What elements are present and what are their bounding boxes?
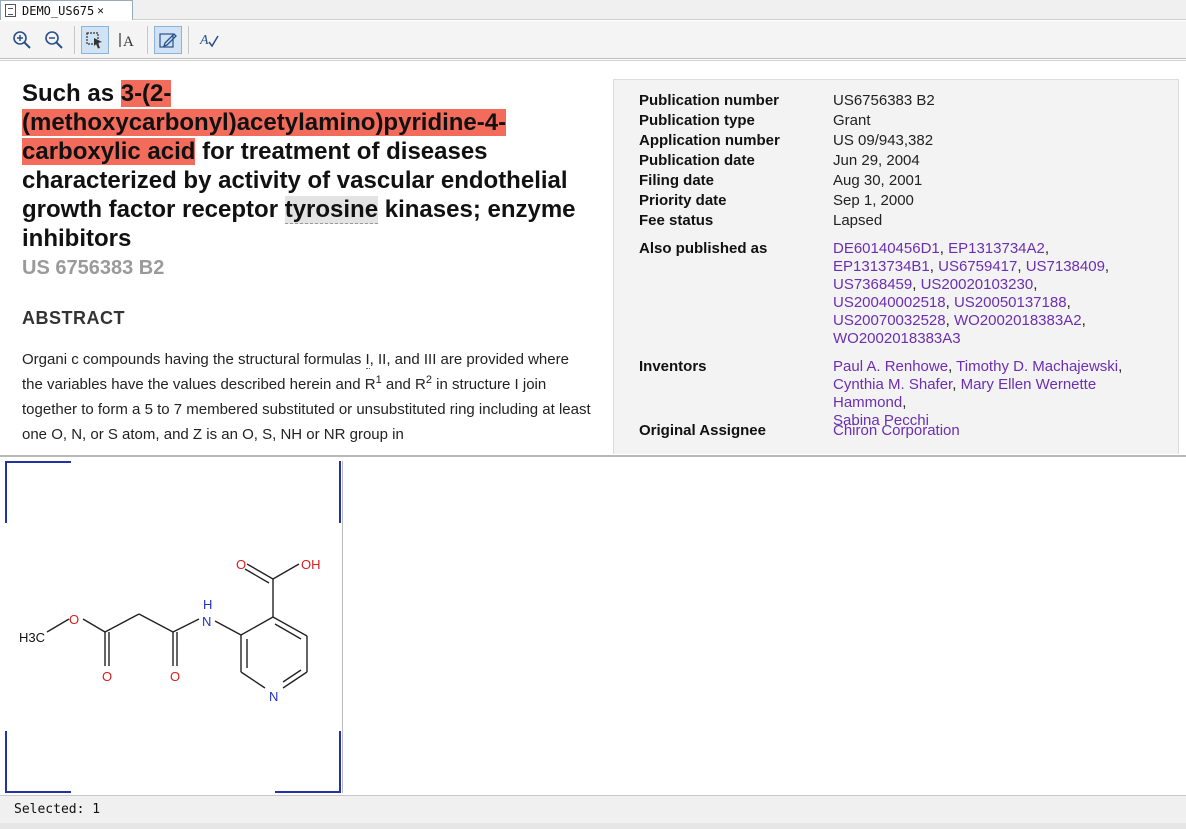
atom-label-ester-carbonyl-oxygen: O: [102, 669, 112, 684]
edit-tool-button[interactable]: [154, 25, 182, 54]
tab-strip: DEMO_US675 ✕: [0, 0, 1186, 20]
title-highlight-term[interactable]: tyrosine: [284, 196, 379, 224]
meta-value: Aug 30, 2001: [833, 172, 923, 189]
publication-number-display: US 6756383 B2: [22, 257, 165, 279]
toolbar: A A: [0, 21, 1186, 59]
selection-status: Selected: 1: [14, 802, 101, 817]
atom-label-acid-oxygen: O: [236, 557, 246, 572]
meta-label: Filing date: [639, 172, 714, 189]
inventor-links: Paul A. Renhowe, Timothy D. Machajewski,…: [833, 358, 1123, 429]
metadata-panel: Publication number US6756383 B2 Publicati…: [613, 79, 1179, 454]
atom-label-hydroxyl: OH: [301, 557, 321, 572]
select-tool-icon: [86, 31, 102, 48]
assignee-value: Chiron Corporation: [833, 422, 1163, 440]
atom-label-ring-nitrogen: N: [269, 689, 278, 704]
publication-link[interactable]: DE60140456D1: [833, 240, 940, 257]
status-bar: Selected: 1: [0, 795, 1186, 823]
also-published-links: DE60140456D1, EP1313734A2, EP1313734B1, …: [833, 240, 1110, 347]
atom-label-amide-oxygen: O: [170, 669, 180, 684]
meta-label: Publication type: [639, 112, 755, 129]
text-tool-icon: A: [119, 32, 134, 50]
document-tab-title: DEMO_US675: [22, 3, 95, 18]
abstract-fragment: and R: [381, 376, 426, 393]
title-text: Such as: [22, 80, 121, 107]
publication-link[interactable]: US20020103230: [921, 276, 1034, 293]
chemical-structure: H3C O O O N H N O OH: [19, 557, 321, 704]
structure-view: H3C O O O N H N O OH: [0, 455, 1186, 795]
zoom-in-button[interactable]: [8, 26, 36, 54]
publication-link[interactable]: EP1313734A2: [948, 240, 1045, 257]
atom-label-ester-oxygen: O: [69, 612, 79, 627]
toolbar-separator: [74, 25, 75, 54]
inventor-link[interactable]: Paul A. Renhowe: [833, 358, 948, 375]
edit-tool-icon: [159, 32, 177, 48]
close-tab-icon[interactable]: ✕: [97, 4, 104, 17]
publication-link[interactable]: US20050137188: [954, 294, 1067, 311]
patent-title: Such as 3-(2-(methoxycarbonyl)acetylamin…: [22, 79, 582, 253]
meta-label: Also published as: [639, 240, 768, 257]
svg-text:A: A: [199, 33, 209, 48]
select-tool-button[interactable]: [81, 25, 109, 54]
publication-link[interactable]: US20040002518: [833, 294, 946, 311]
meta-value: Grant: [833, 112, 871, 129]
document-view: Such as 3-(2-(methoxycarbonyl)acetylamin…: [0, 60, 1186, 454]
publication-link[interactable]: WO2002018383A2: [954, 312, 1082, 329]
meta-label: Application number: [639, 132, 780, 149]
meta-value: US6756383 B2: [833, 92, 935, 109]
atom-label-amide-hydrogen: H: [203, 597, 212, 612]
inventor-link[interactable]: Cynthia M. Shafer: [833, 376, 952, 393]
meta-label: Priority date: [639, 192, 727, 209]
atom-label-methyl: H3C: [19, 630, 45, 645]
structure-selection-frame[interactable]: H3C O O O N H N O OH: [5, 461, 343, 793]
atom-label-amide-nitrogen: N: [202, 614, 211, 629]
publication-link[interactable]: US20070032528: [833, 312, 946, 329]
meta-label: Fee status: [639, 212, 714, 229]
meta-value: Sep 1, 2000: [833, 192, 914, 209]
abstract-fragment: Organi c compounds having the structural…: [22, 351, 366, 368]
meta-label: Publication number: [639, 92, 780, 109]
assignee-link[interactable]: Chiron Corporation: [833, 422, 960, 439]
zoom-out-icon: [45, 30, 63, 49]
meta-label: Inventors: [639, 358, 707, 375]
inventor-link[interactable]: Timothy D. Machajewski: [956, 358, 1118, 375]
spellcheck-button[interactable]: A: [195, 26, 223, 54]
publication-link[interactable]: US6759417: [938, 258, 1017, 275]
meta-value: US 09/943,382: [833, 132, 934, 149]
app-window: DEMO_US675 ✕ A A Such as 3-(2-(methoxyca…: [0, 0, 1186, 829]
zoom-in-icon: [13, 30, 31, 49]
publication-link[interactable]: WO2002018383A3: [833, 330, 961, 347]
publication-link[interactable]: EP1313734B1: [833, 258, 930, 275]
toolbar-separator: [188, 25, 189, 54]
publication-link[interactable]: US7138409: [1026, 258, 1105, 275]
text-tool-button[interactable]: A: [113, 26, 141, 54]
toolbar-separator: [147, 25, 148, 54]
document-icon: [5, 4, 16, 17]
meta-label: Original Assignee: [639, 422, 766, 439]
abstract-text: Organi c compounds having the structural…: [22, 347, 592, 447]
window-bottom-edge: [0, 823, 1186, 829]
svg-text:A: A: [123, 34, 134, 50]
spellcheck-icon: A: [199, 33, 219, 48]
abstract-heading: ABSTRACT: [22, 308, 125, 328]
document-tab[interactable]: DEMO_US675 ✕: [0, 0, 133, 20]
zoom-out-button[interactable]: [40, 26, 68, 54]
structure-frame-right-edge: [342, 461, 343, 793]
meta-label: Publication date: [639, 152, 755, 169]
publication-link[interactable]: US7368459: [833, 276, 912, 293]
meta-value: Lapsed: [833, 212, 883, 229]
meta-value: Jun 29, 2004: [833, 152, 920, 169]
